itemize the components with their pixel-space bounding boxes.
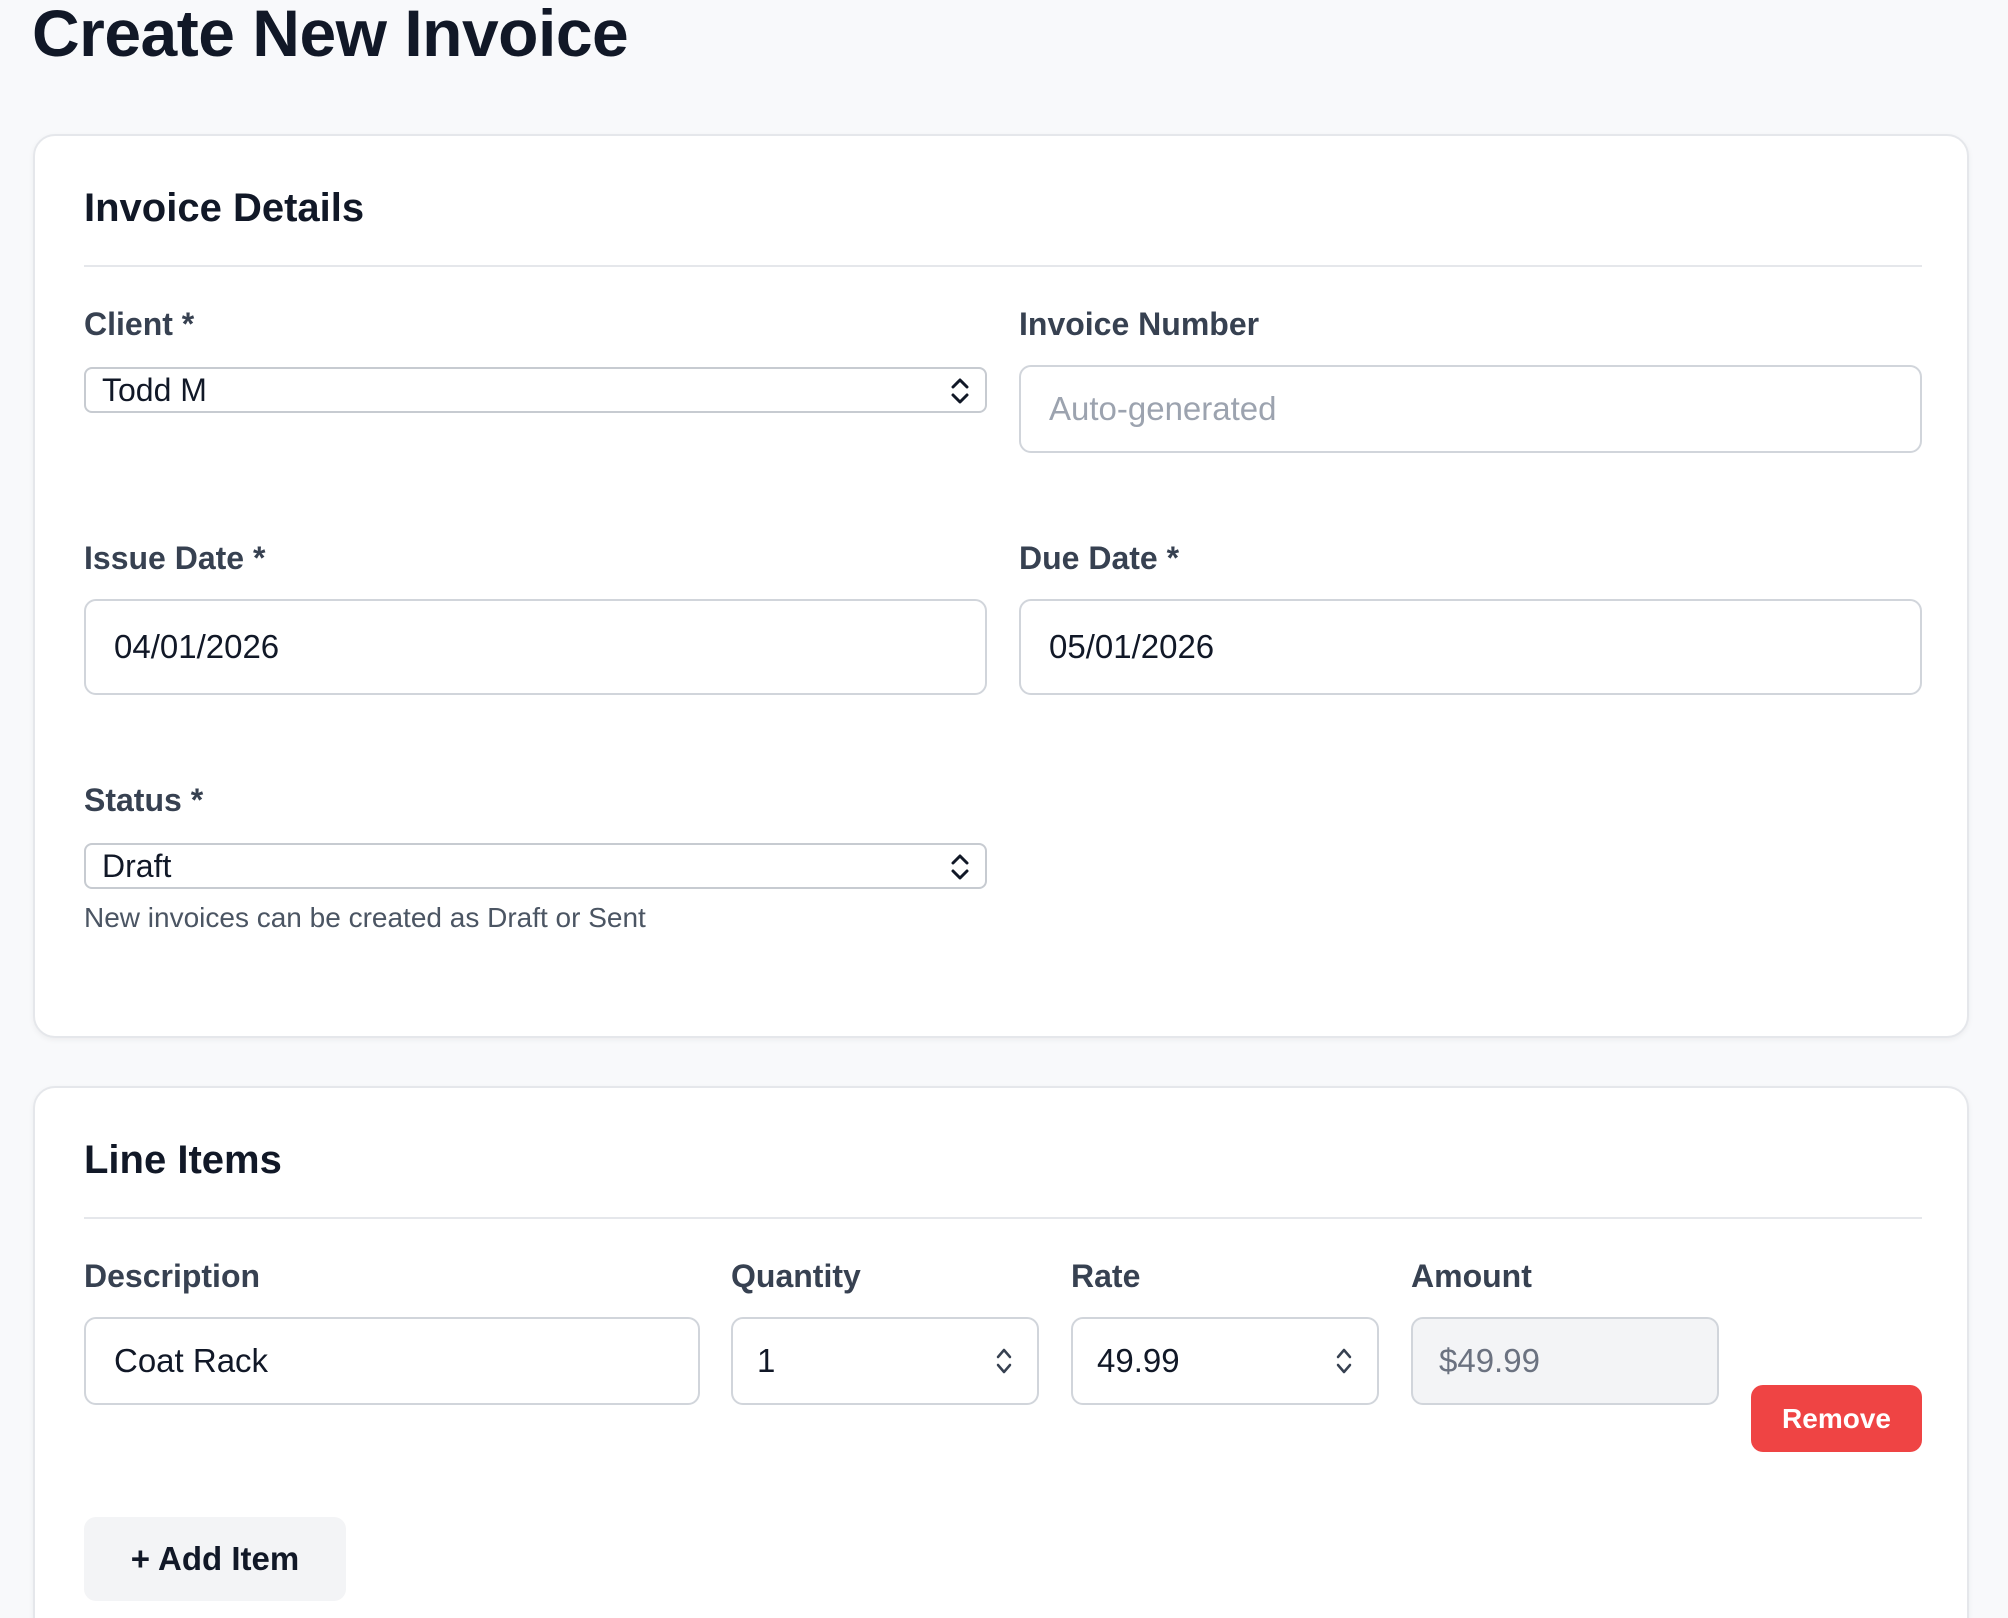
issue-date-value: 04/01/2026 — [114, 628, 280, 665]
description-input[interactable]: Coat Rack — [84, 1317, 700, 1405]
status-select-value: Draft — [102, 847, 172, 884]
invoice-number-label: Invoice Number — [1019, 306, 1260, 342]
amount-value: $49.99 — [1439, 1342, 1540, 1379]
status-label: Status * — [84, 782, 204, 818]
quantity-value: 1 — [757, 1342, 776, 1379]
page-title: Create New Invoice — [32, 0, 629, 70]
issue-date-input[interactable]: 04/01/2026 — [84, 599, 987, 695]
client-select[interactable]: Todd M — [84, 367, 987, 413]
due-date-input[interactable]: 05/01/2026 — [1019, 599, 1922, 695]
quantity-column-header: Quantity — [731, 1258, 861, 1294]
line-items-divider — [84, 1217, 1922, 1219]
invoice-number-placeholder: Auto-generated — [1049, 390, 1277, 427]
due-date-label: Due Date * — [1019, 540, 1180, 576]
rate-stepper[interactable]: 49.99 — [1071, 1317, 1379, 1405]
due-date-value: 05/01/2026 — [1049, 628, 1215, 665]
spinner-arrows-icon[interactable] — [1333, 1344, 1355, 1378]
rate-column-header: Rate — [1071, 1258, 1141, 1294]
spinner-arrows-icon[interactable] — [993, 1344, 1015, 1378]
invoice-details-heading: Invoice Details — [84, 186, 365, 230]
invoice-details-card: Invoice Details Client * Todd M Invoice … — [33, 134, 1969, 1038]
quantity-stepper[interactable]: 1 — [731, 1317, 1039, 1405]
chevron-up-down-icon — [951, 854, 969, 880]
invoice-details-divider — [84, 265, 1922, 267]
add-item-button[interactable]: + Add Item — [84, 1517, 346, 1601]
description-column-header: Description — [84, 1258, 261, 1294]
client-select-value: Todd M — [102, 371, 207, 408]
line-items-heading: Line Items — [84, 1138, 282, 1182]
line-items-card: Line Items Description Quantity Rate Amo… — [33, 1086, 1969, 1618]
chevron-up-down-icon — [951, 378, 969, 404]
issue-date-label: Issue Date * — [84, 540, 266, 576]
status-help-text: New invoices can be created as Draft or … — [84, 902, 646, 933]
invoice-number-input[interactable]: Auto-generated — [1019, 365, 1922, 453]
description-value: Coat Rack — [114, 1342, 269, 1379]
amount-column-header: Amount — [1411, 1258, 1532, 1294]
status-select[interactable]: Draft — [84, 843, 987, 889]
remove-item-button[interactable]: Remove — [1751, 1385, 1922, 1452]
client-label: Client * — [84, 306, 195, 342]
rate-value: 49.99 — [1097, 1342, 1180, 1379]
invoice-page: Create New Invoice Invoice Details Clien… — [0, 0, 2008, 1618]
amount-readonly-field: $49.99 — [1411, 1317, 1719, 1405]
